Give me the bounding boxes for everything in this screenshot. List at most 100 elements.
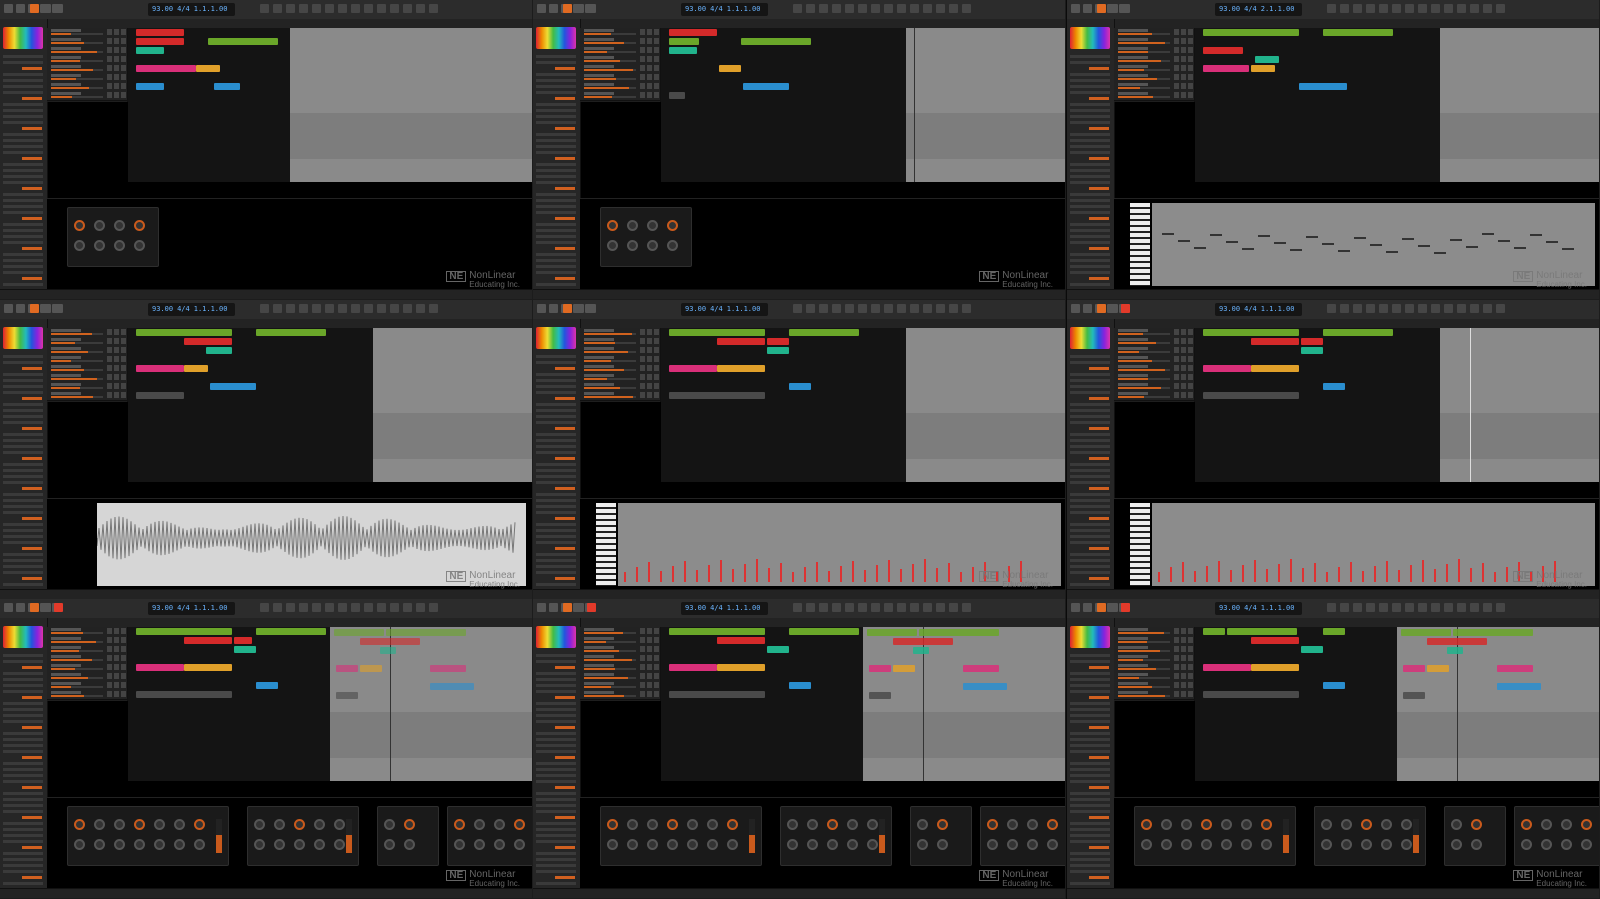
volume-fader[interactable] bbox=[1118, 686, 1170, 688]
device-knob[interactable] bbox=[1471, 839, 1482, 850]
tool-icon[interactable] bbox=[1353, 603, 1362, 612]
stop-icon[interactable] bbox=[1109, 603, 1118, 612]
mute-button[interactable] bbox=[107, 682, 112, 688]
mute-button[interactable] bbox=[640, 392, 645, 398]
solo-button[interactable] bbox=[647, 383, 652, 389]
solo-button[interactable] bbox=[114, 92, 119, 98]
clip[interactable] bbox=[256, 682, 278, 689]
device-knob[interactable] bbox=[727, 819, 738, 830]
volume-fader[interactable] bbox=[51, 69, 103, 71]
device-knob[interactable] bbox=[1241, 819, 1252, 830]
volume-fader[interactable] bbox=[51, 378, 103, 380]
solo-button[interactable] bbox=[114, 65, 119, 71]
tool-icon[interactable] bbox=[273, 304, 282, 313]
tool-icon[interactable] bbox=[845, 304, 854, 313]
solo-button[interactable] bbox=[647, 38, 652, 44]
device-knob[interactable] bbox=[647, 819, 658, 830]
velocity-bar[interactable] bbox=[804, 567, 806, 582]
arranger-area[interactable] bbox=[906, 328, 1065, 483]
solo-button[interactable] bbox=[114, 356, 119, 362]
piano-keys[interactable] bbox=[1130, 203, 1150, 286]
tool-icon[interactable] bbox=[1444, 304, 1453, 313]
arm-button[interactable] bbox=[1188, 338, 1193, 344]
arranger-area[interactable] bbox=[290, 28, 532, 183]
arm-button[interactable] bbox=[1188, 664, 1193, 670]
menu-icon[interactable] bbox=[4, 4, 13, 13]
arranger-clip[interactable] bbox=[380, 647, 396, 654]
arranger-area[interactable] bbox=[330, 627, 532, 782]
solo-button[interactable] bbox=[1181, 74, 1186, 80]
mute-button[interactable] bbox=[1174, 646, 1179, 652]
midi-note[interactable] bbox=[1466, 246, 1478, 248]
arm-button[interactable] bbox=[654, 392, 659, 398]
mute-button[interactable] bbox=[1174, 374, 1179, 380]
mute-button[interactable] bbox=[640, 338, 645, 344]
device-knob[interactable] bbox=[647, 839, 658, 850]
volume-fader[interactable] bbox=[51, 87, 103, 89]
solo-button[interactable] bbox=[114, 374, 119, 380]
tool-icon[interactable] bbox=[286, 603, 295, 612]
mute-button[interactable] bbox=[107, 56, 112, 62]
device-knob[interactable] bbox=[334, 819, 345, 830]
midi-note[interactable] bbox=[1162, 233, 1174, 235]
tool-icon[interactable] bbox=[1418, 304, 1427, 313]
device-knob[interactable] bbox=[94, 240, 105, 251]
clip[interactable] bbox=[1323, 329, 1393, 336]
open-icon[interactable] bbox=[1083, 4, 1092, 13]
solo-button[interactable] bbox=[647, 65, 652, 71]
mute-button[interactable] bbox=[640, 637, 645, 643]
solo-button[interactable] bbox=[114, 392, 119, 398]
clip[interactable] bbox=[1251, 338, 1299, 345]
device-knob[interactable] bbox=[707, 839, 718, 850]
volume-fader[interactable] bbox=[584, 42, 636, 44]
volume-fader[interactable] bbox=[1118, 632, 1170, 634]
arm-button[interactable] bbox=[1188, 374, 1193, 380]
device-knob[interactable] bbox=[114, 220, 125, 231]
play-icon[interactable] bbox=[30, 304, 39, 313]
volume-fader[interactable] bbox=[51, 677, 103, 679]
midi-note[interactable] bbox=[1258, 235, 1270, 237]
clip[interactable] bbox=[767, 338, 789, 345]
device-knob[interactable] bbox=[454, 819, 465, 830]
solo-button[interactable] bbox=[647, 646, 652, 652]
arm-button[interactable] bbox=[121, 655, 126, 661]
device-knob[interactable] bbox=[1261, 819, 1272, 830]
device-knob[interactable] bbox=[1181, 819, 1192, 830]
volume-fader[interactable] bbox=[51, 96, 103, 98]
arm-button[interactable] bbox=[654, 83, 659, 89]
solo-button[interactable] bbox=[114, 664, 119, 670]
volume-fader[interactable] bbox=[584, 369, 636, 371]
tool-icon[interactable] bbox=[832, 4, 841, 13]
device-knob[interactable] bbox=[1201, 839, 1212, 850]
solo-button[interactable] bbox=[1181, 65, 1186, 71]
velocity-bar[interactable] bbox=[1506, 567, 1508, 582]
solo-button[interactable] bbox=[647, 83, 652, 89]
mute-button[interactable] bbox=[640, 365, 645, 371]
clip[interactable] bbox=[1203, 29, 1299, 36]
transport-display[interactable]: 93.00 4/4 1.1.1.00 bbox=[1215, 303, 1303, 316]
clip[interactable] bbox=[136, 329, 232, 336]
velocity-bar[interactable] bbox=[828, 571, 830, 582]
mute-button[interactable] bbox=[107, 365, 112, 371]
volume-fader[interactable] bbox=[1118, 351, 1170, 353]
arm-button[interactable] bbox=[1188, 83, 1193, 89]
tool-icon[interactable] bbox=[273, 4, 282, 13]
color-palette[interactable] bbox=[3, 27, 43, 49]
volume-fader[interactable] bbox=[1118, 360, 1170, 362]
mute-button[interactable] bbox=[107, 374, 112, 380]
clip[interactable] bbox=[234, 646, 256, 653]
arranger-clip[interactable] bbox=[1427, 665, 1449, 672]
solo-button[interactable] bbox=[114, 628, 119, 634]
arranger-clip[interactable] bbox=[360, 665, 382, 672]
record-icon[interactable] bbox=[54, 4, 63, 13]
volume-fader[interactable] bbox=[51, 333, 103, 335]
arm-button[interactable] bbox=[654, 365, 659, 371]
clip[interactable] bbox=[1323, 628, 1345, 635]
play-icon[interactable] bbox=[1097, 304, 1106, 313]
velocity-bar[interactable] bbox=[1374, 566, 1376, 582]
arm-button[interactable] bbox=[121, 74, 126, 80]
arm-button[interactable] bbox=[1188, 673, 1193, 679]
tool-icon[interactable] bbox=[1327, 4, 1336, 13]
mute-button[interactable] bbox=[640, 92, 645, 98]
tool-icon[interactable] bbox=[832, 603, 841, 612]
